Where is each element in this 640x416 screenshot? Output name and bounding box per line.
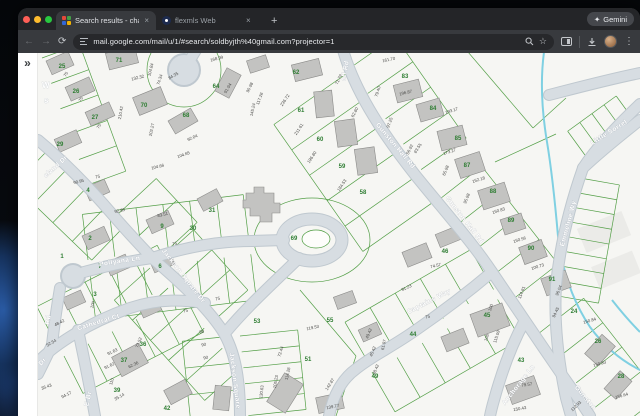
- lot-number: 83: [402, 74, 409, 80]
- lot-number: 46: [442, 249, 449, 255]
- new-tab-button[interactable]: +: [271, 15, 277, 27]
- toolbar-divider: [579, 36, 580, 48]
- close-tab-icon[interactable]: ×: [143, 16, 150, 25]
- page-content: » 168.99104.84132.3274.3484.3591.9490.98…: [18, 53, 640, 416]
- lot-number: 36: [140, 342, 147, 348]
- lot-number: 49: [372, 374, 379, 380]
- lot-number: 25: [59, 64, 66, 70]
- browser-window: Search results - chattanoog × flexmls We…: [18, 8, 640, 416]
- lot-number: 42: [164, 406, 171, 412]
- lot-number: 53: [254, 319, 261, 325]
- lot-number: 62: [293, 70, 300, 76]
- bookmark-star-icon[interactable]: ☆: [539, 36, 547, 47]
- lot-number: 61: [298, 108, 305, 114]
- minimize-window-button[interactable]: [34, 16, 41, 23]
- zoom-icon[interactable]: [525, 37, 534, 46]
- close-tab-icon[interactable]: ×: [245, 16, 252, 25]
- lot-number: 64: [213, 84, 220, 90]
- lot-number: 51: [305, 357, 312, 363]
- partial-label-fragment: W: [42, 81, 50, 90]
- profile-avatar[interactable]: [604, 35, 617, 48]
- lot-number: 89: [508, 218, 515, 224]
- partial-label-fragment: s: [44, 96, 49, 105]
- collapsed-panel: »: [18, 53, 38, 416]
- forward-icon[interactable]: →: [41, 37, 51, 47]
- lot-number: 85: [455, 136, 462, 142]
- tab-search-results[interactable]: Search results - chattanoog ×: [56, 11, 156, 30]
- lot-number: 69: [291, 236, 298, 242]
- lot-number: 28: [618, 374, 625, 380]
- window-controls[interactable]: [23, 16, 52, 23]
- gemini-spark-icon: ✦: [594, 15, 600, 24]
- lot-number: 90: [528, 246, 535, 252]
- lot-number: 26: [595, 339, 602, 345]
- lot-number: 71: [116, 58, 123, 64]
- lot-number: 45: [484, 313, 491, 319]
- lot-number: 24: [571, 309, 578, 315]
- close-window-button[interactable]: [23, 16, 30, 23]
- side-panel-icon[interactable]: [561, 37, 572, 46]
- lot-number: 30: [190, 226, 197, 232]
- parcel-map[interactable]: 168.99104.84132.3274.3484.3591.9490.9811…: [38, 53, 640, 416]
- lot-number: 87: [464, 163, 471, 169]
- building: [354, 147, 377, 176]
- lot-number: 70: [141, 103, 148, 109]
- download-icon[interactable]: [587, 37, 597, 47]
- lot-number: 43: [518, 358, 525, 364]
- parcel-map-svg[interactable]: 168.99104.84132.3274.3484.3591.9490.9811…: [38, 53, 640, 416]
- lot-number: 58: [360, 190, 367, 196]
- reload-icon[interactable]: ⟳: [58, 37, 66, 47]
- expand-panel-icon[interactable]: »: [24, 57, 31, 416]
- lot-number: 44: [410, 332, 417, 338]
- building: [334, 119, 357, 148]
- flexmls-favicon: [162, 16, 171, 25]
- browser-toolbar: ← → ⟳ mail.google.com/mail/u/1/#search/s…: [18, 30, 640, 53]
- back-icon[interactable]: ←: [24, 37, 34, 47]
- lot-number: 29: [57, 142, 64, 148]
- gemini-button[interactable]: ✦ Gemini: [587, 12, 634, 26]
- tab-title: Search results - chattanoog: [75, 16, 139, 25]
- lot-number: 60: [317, 137, 324, 143]
- lot-number: 26: [73, 89, 80, 95]
- building: [213, 385, 231, 411]
- tab-strip: Search results - chattanoog × flexmls We…: [18, 8, 640, 30]
- gemini-label: Gemini: [603, 15, 627, 24]
- lot-number: 91: [549, 277, 556, 283]
- map-grid-favicon: [62, 16, 71, 25]
- lot-number: 88: [490, 189, 497, 195]
- building: [314, 90, 335, 118]
- url-text[interactable]: mail.google.com/mail/u/1/#search/soldbyj…: [93, 37, 520, 46]
- tab-flexmls[interactable]: flexmls Web ×: [156, 11, 264, 30]
- tab-title: flexmls Web: [175, 16, 241, 25]
- lot-number: 84: [430, 106, 437, 112]
- lot-number: 55: [327, 318, 334, 324]
- lot-number: 37: [121, 358, 128, 364]
- lot-number: 31: [209, 208, 216, 214]
- street-island: [302, 230, 330, 248]
- address-bar[interactable]: mail.google.com/mail/u/1/#search/soldbyj…: [73, 34, 554, 50]
- browser-menu-icon[interactable]: ⋮: [624, 36, 634, 47]
- fullscreen-window-button[interactable]: [45, 16, 52, 23]
- lot-number: 39: [114, 388, 121, 394]
- lot-number: 27: [92, 115, 99, 121]
- lot-number: 59: [339, 164, 346, 170]
- tune-icon[interactable]: [80, 38, 88, 46]
- lot-number: 68: [183, 113, 190, 119]
